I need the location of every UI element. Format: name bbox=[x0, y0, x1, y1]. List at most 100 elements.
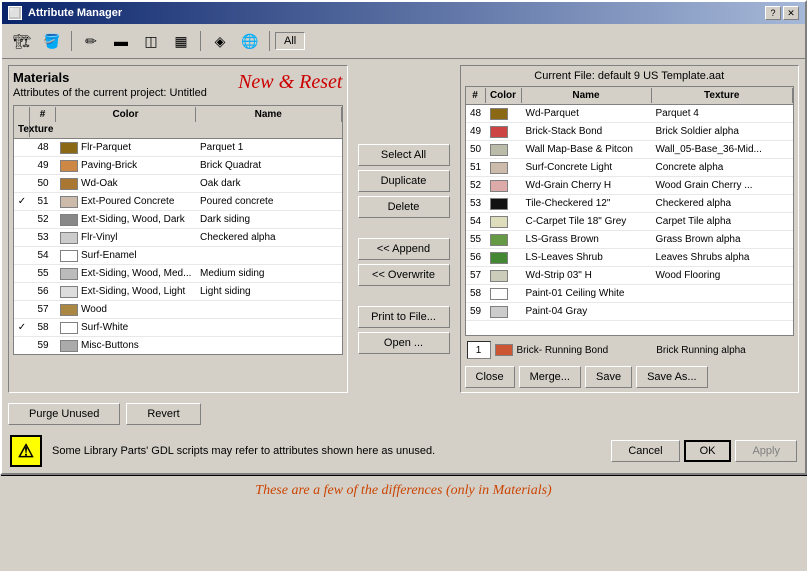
row-num: 48 bbox=[466, 107, 486, 120]
row-check: ✓ bbox=[14, 322, 30, 333]
color-swatch bbox=[60, 304, 78, 316]
bottom-left-buttons: Purge Unused Revert bbox=[8, 403, 201, 425]
table-row[interactable]: 52 Ext-Siding, Wood, Dark Dark siding bbox=[14, 211, 342, 229]
table-row[interactable]: 48 Flr-Parquet Parquet 1 bbox=[14, 139, 342, 157]
color-swatch bbox=[60, 196, 78, 208]
table-row[interactable]: 50 Wall Map-Base & Pitcon Wall_05-Base_3… bbox=[466, 141, 794, 159]
left-table-body[interactable]: 48 Flr-Parquet Parquet 1 49 Paving-Brick… bbox=[14, 139, 342, 355]
row-texture: Wall_05-Base_36-Mid... bbox=[652, 143, 794, 156]
row-name: Paint-04 Gray bbox=[522, 305, 652, 318]
table-row[interactable]: 55 LS-Grass Brown Grass Brown alpha bbox=[466, 231, 794, 249]
row-name: Ext-Siding, Wood, Med... bbox=[81, 268, 191, 279]
page-number[interactable]: 1 bbox=[467, 341, 491, 359]
row-num: 49 bbox=[466, 125, 486, 138]
append-button[interactable]: << Append bbox=[358, 238, 450, 260]
table-row[interactable]: 57 Wd-Strip 03" H Wood Flooring bbox=[466, 267, 794, 285]
row-texture: Checkered alpha bbox=[196, 231, 342, 244]
overwrite-button[interactable]: << Overwrite bbox=[358, 264, 450, 286]
table-row[interactable]: 56 LS-Leaves Shrub Leaves Shrubs alpha bbox=[466, 249, 794, 267]
color-swatch bbox=[490, 162, 508, 174]
table-row[interactable]: 51 Surf-Concrete Light Concrete alpha bbox=[466, 159, 794, 177]
bottom-section: Purge Unused Revert bbox=[2, 399, 805, 429]
table-row[interactable]: ✓ 51 Ext-Poured Concrete Poured concrete bbox=[14, 193, 342, 211]
title-bar-left: ⬜ Attribute Manager bbox=[8, 6, 122, 20]
color-swatch bbox=[490, 234, 508, 246]
row-num: 48 bbox=[30, 141, 56, 154]
row-num: 54 bbox=[30, 249, 56, 262]
warning-section: ⚠ Some Library Parts' GDL scripts may re… bbox=[2, 429, 805, 473]
table-row[interactable]: 49 Paving-Brick Brick Quadrat bbox=[14, 157, 342, 175]
cancel-button[interactable]: Cancel bbox=[611, 440, 679, 462]
right-bottom-row: 1 Brick- Running Bond Brick Running alph… bbox=[465, 338, 795, 362]
revert-button[interactable]: Revert bbox=[126, 403, 200, 425]
save-as-button[interactable]: Save As... bbox=[636, 366, 708, 388]
right-table-body[interactable]: 48 Wd-Parquet Parquet 4 49 Brick-Stack B… bbox=[466, 105, 794, 325]
open-button[interactable]: Open ... bbox=[358, 332, 450, 354]
table-row[interactable]: 49 Brick-Stack Bond Brick Soldier alpha bbox=[466, 123, 794, 141]
pen-toolbar-btn[interactable]: ✏ bbox=[77, 28, 105, 54]
apply-button[interactable]: Apply bbox=[735, 440, 797, 462]
table-row[interactable]: 59 Misc-Buttons bbox=[14, 337, 342, 355]
row-num: 58 bbox=[30, 321, 56, 334]
bottom-name: Brick- Running Bond bbox=[517, 345, 653, 356]
close-button[interactable]: ✕ bbox=[783, 6, 799, 20]
materials-toolbar-btn[interactable]: 🏗 bbox=[8, 28, 36, 54]
world-toolbar-btn[interactable]: 🌐 bbox=[236, 28, 264, 54]
bottom-color-swatch bbox=[495, 344, 513, 356]
ok-button[interactable]: OK bbox=[684, 440, 732, 462]
table-row[interactable]: 56 Ext-Siding, Wood, Light Light siding bbox=[14, 283, 342, 301]
table-row[interactable]: 59 Paint-04 Gray bbox=[466, 303, 794, 321]
table-row[interactable]: 52 Wd-Grain Cherry H Wood Grain Cherry .… bbox=[466, 177, 794, 195]
middle-panel: Select All Duplicate Delete << Append <<… bbox=[354, 65, 454, 393]
toolbar: 🏗 🪣 ✏ ▬ ◫ ▦ ◈ 🌐 All bbox=[2, 24, 805, 59]
table-row[interactable]: 55 Ext-Siding, Wood, Med... Medium sidin… bbox=[14, 265, 342, 283]
row-texture: Medium siding bbox=[196, 267, 342, 280]
project-subtitle: Attributes of the current project: Untit… bbox=[13, 87, 207, 99]
duplicate-button[interactable]: Duplicate bbox=[358, 170, 450, 192]
fill-toolbar-btn[interactable]: 🪣 bbox=[38, 28, 66, 54]
table-row[interactable]: 53 Tile-Checkered 12" Checkered alpha bbox=[466, 195, 794, 213]
row-num: 53 bbox=[466, 197, 486, 210]
row-num: 57 bbox=[30, 303, 56, 316]
table-row[interactable]: 54 Surf-Enamel bbox=[14, 247, 342, 265]
table-row[interactable]: 54 C-Carpet Tile 18" Grey Carpet Tile al… bbox=[466, 213, 794, 231]
color-swatch bbox=[490, 270, 508, 282]
row-color-cell: Wd-Oak bbox=[56, 177, 196, 191]
save-button[interactable]: Save bbox=[585, 366, 632, 388]
table-row[interactable]: 50 Wd-Oak Oak dark bbox=[14, 175, 342, 193]
row-num: 59 bbox=[466, 305, 486, 318]
surface-toolbar-btn[interactable]: ◫ bbox=[137, 28, 165, 54]
close-button[interactable]: Close bbox=[465, 366, 515, 388]
row-num: 55 bbox=[30, 267, 56, 280]
zone-toolbar-btn[interactable]: ◈ bbox=[206, 28, 234, 54]
line-toolbar-btn[interactable]: ▬ bbox=[107, 28, 135, 54]
row-texture: Checkered alpha bbox=[652, 197, 794, 210]
table-row[interactable]: 48 Wd-Parquet Parquet 4 bbox=[466, 105, 794, 123]
row-name: Flr-Vinyl bbox=[81, 232, 117, 243]
row-num: 56 bbox=[466, 251, 486, 264]
print-button[interactable]: Print to File... bbox=[358, 306, 450, 328]
table-row[interactable]: 57 Wood bbox=[14, 301, 342, 319]
left-table-header: # Color Name Texture bbox=[14, 106, 342, 139]
row-texture: Dark siding bbox=[196, 213, 342, 226]
delete-button[interactable]: Delete bbox=[358, 196, 450, 218]
row-texture bbox=[196, 345, 342, 347]
row-num: 50 bbox=[30, 177, 56, 190]
right-table-header: # Color Name Texture bbox=[466, 87, 794, 105]
row-texture: Parquet 4 bbox=[652, 107, 794, 120]
select-all-button[interactable]: Select All bbox=[358, 144, 450, 166]
row-num: 56 bbox=[30, 285, 56, 298]
color-swatch bbox=[60, 322, 78, 334]
composite-toolbar-btn[interactable]: ▦ bbox=[167, 28, 195, 54]
color-swatch bbox=[60, 232, 78, 244]
table-row[interactable]: 53 Flr-Vinyl Checkered alpha bbox=[14, 229, 342, 247]
table-row[interactable]: ✓ 58 Surf-White bbox=[14, 319, 342, 337]
row-name: Surf-Concrete Light bbox=[522, 161, 652, 174]
all-button[interactable]: All bbox=[275, 32, 305, 50]
purge-button[interactable]: Purge Unused bbox=[8, 403, 120, 425]
row-check: ✓ bbox=[14, 196, 30, 207]
color-swatch bbox=[60, 340, 78, 352]
merge-button[interactable]: Merge... bbox=[519, 366, 581, 388]
help-button[interactable]: ? bbox=[765, 6, 781, 20]
table-row[interactable]: 58 Paint-01 Ceiling White bbox=[466, 285, 794, 303]
